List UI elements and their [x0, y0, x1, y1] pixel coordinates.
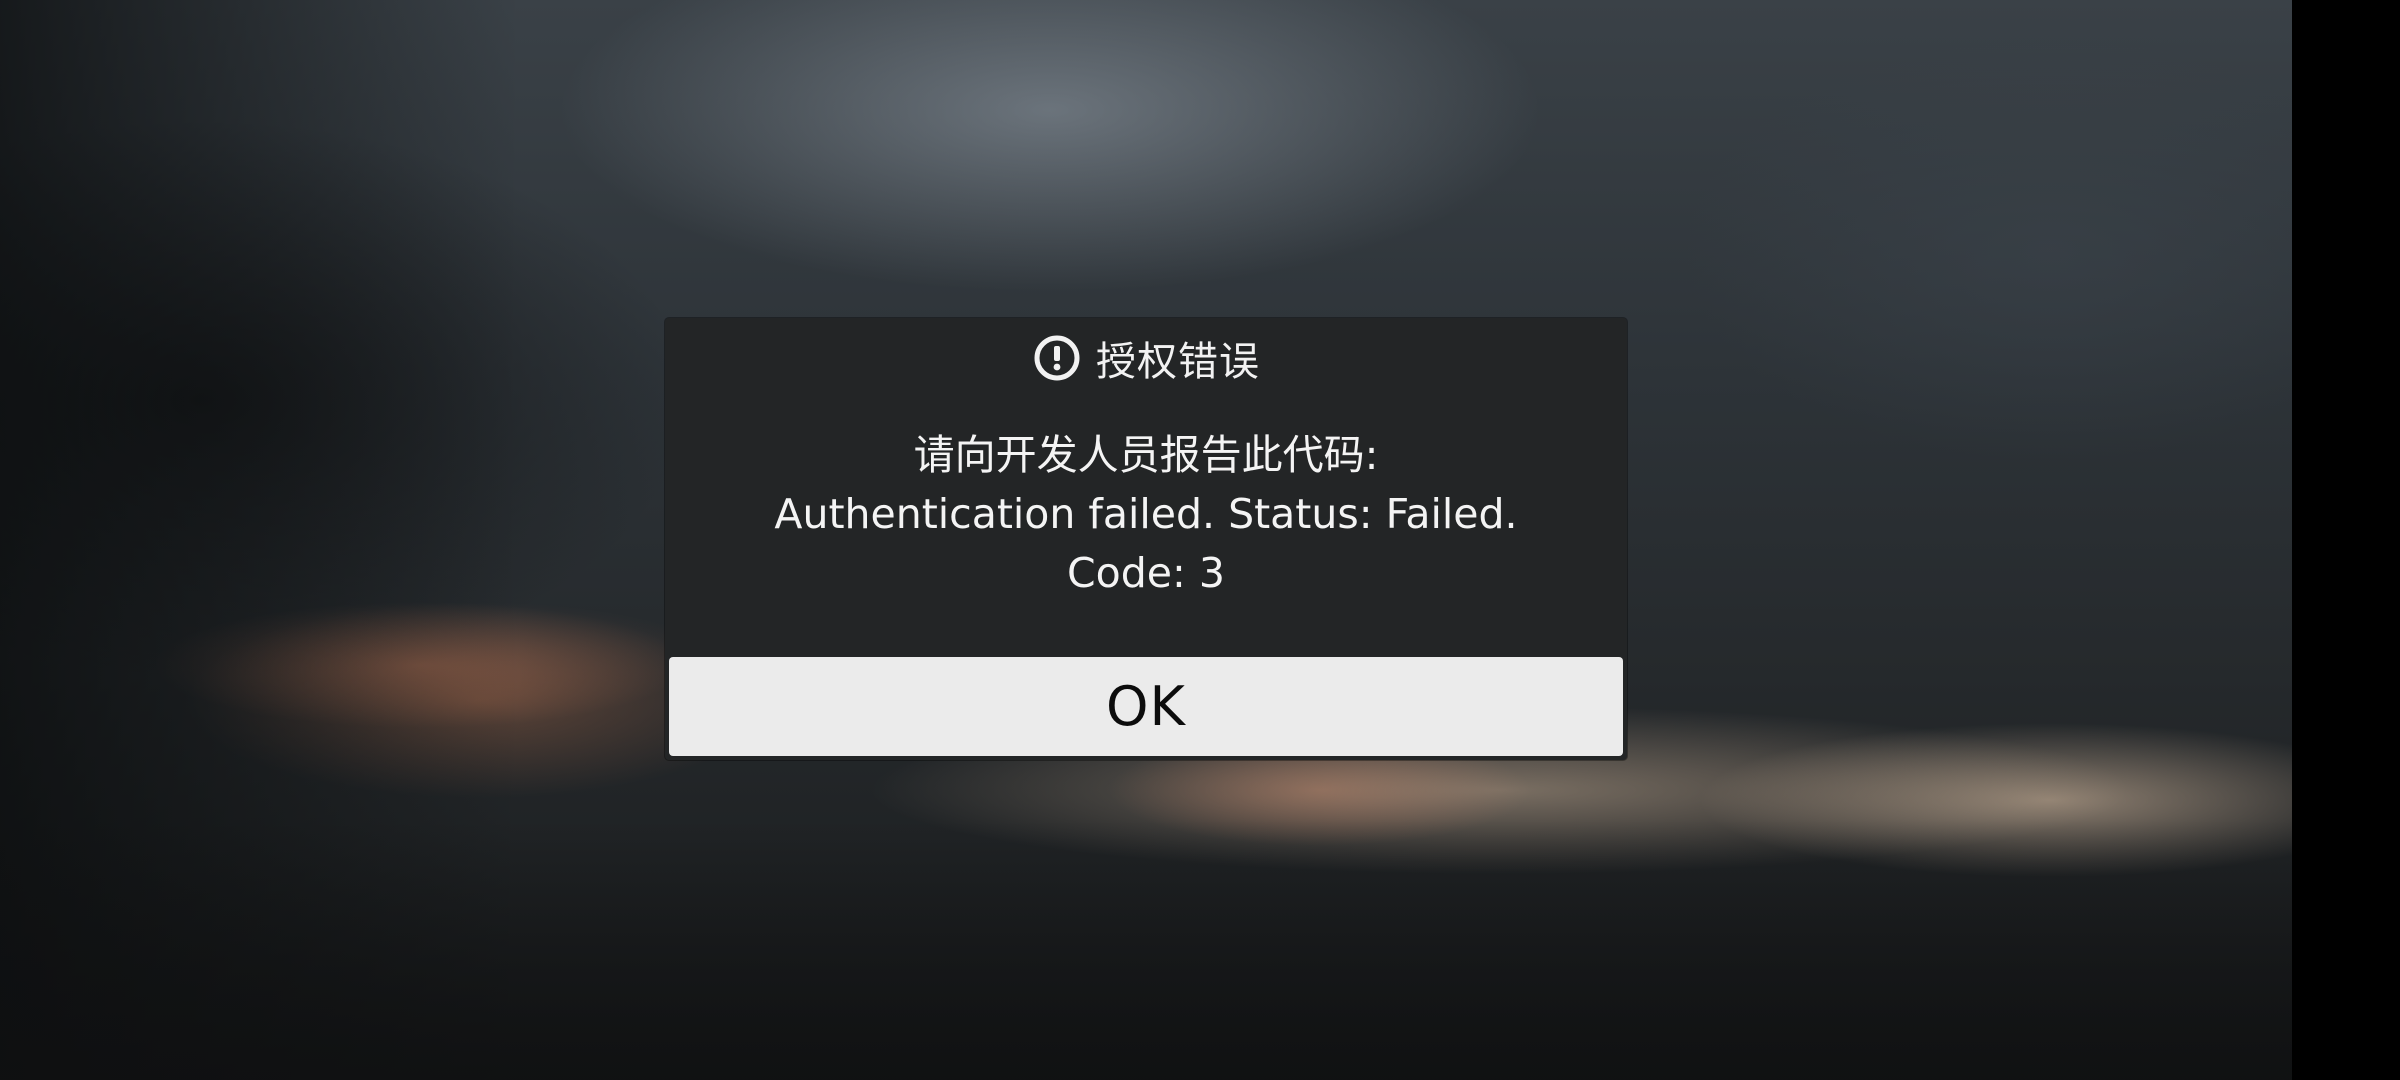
authorization-error-dialog: 授权错误 请向开发人员报告此代码: Authentication failed.…	[665, 318, 1627, 760]
dialog-title: 授权错误	[1096, 339, 1260, 385]
background-shade-bottom	[0, 820, 2292, 1080]
screen-edge-bar	[2292, 0, 2400, 1080]
message-line-status: Authentication failed. Status: Failed.	[774, 490, 1518, 538]
alert-circle-icon	[1032, 333, 1082, 383]
game-screen: 授权错误 请向开发人员报告此代码: Authentication failed.…	[0, 0, 2400, 1080]
message-line-prompt: 请向开发人员报告此代码:	[913, 431, 1379, 479]
ok-button[interactable]: OK	[669, 657, 1623, 756]
dialog-header: 授权错误	[665, 330, 1627, 386]
message-line-code: Code: 3	[1067, 549, 1225, 597]
dialog-message: 请向开发人员报告此代码: Authentication failed. Stat…	[665, 426, 1627, 603]
